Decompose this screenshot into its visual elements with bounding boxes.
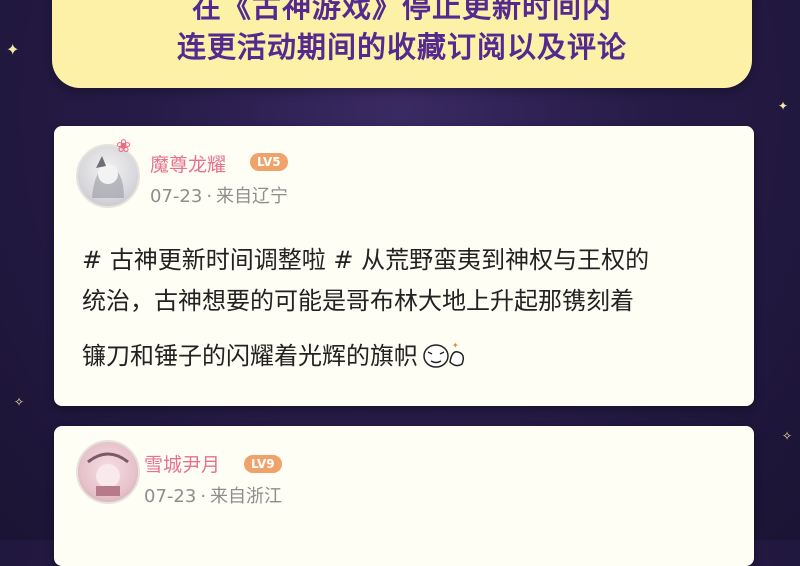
banner-line-1: 在《古神游戏》停止更新时间内 (191, 0, 612, 24)
meta-separator: · (200, 486, 207, 507)
level-badge: LV5 (250, 153, 288, 171)
bow-icon: ❀ (116, 136, 132, 157)
sparkle-icon: ✧ (782, 429, 793, 443)
username[interactable]: 雪城尹月 (144, 450, 220, 477)
meta-separator: · (206, 186, 213, 207)
comment-card: ❀ 魔尊龙耀 LV5 07-23 · 来自辽宁 # 古神更新时间调整啦 # 从荒野蛮… (54, 126, 754, 406)
svg-text:✦: ✦ (452, 341, 459, 350)
post-meta: 07-23 · 来自浙江 (144, 482, 282, 508)
comment-card: 雪城尹月 LV9 07-23 · 来自浙江 (54, 426, 754, 566)
level-badge: LV9 (244, 455, 282, 473)
post-meta: 07-23 · 来自辽宁 (150, 182, 288, 208)
post-location: 来自浙江 (210, 486, 283, 507)
post-location: 来自辽宁 (216, 186, 289, 207)
content-line: 镰刀和锤子的闪耀着光辉的旗帜 (82, 342, 418, 370)
post-date: 07-23 (144, 486, 197, 507)
content-line-last: 镰刀和锤子的闪耀着光辉的旗帜 ✦ (82, 336, 730, 377)
sparkle-icon: ✦ (6, 40, 20, 59)
comment-content: # 古神更新时间调整啦 # 从荒野蛮夷到神权与王权的 统治，古神想要的可能是哥布… (82, 240, 730, 377)
post-date: 07-23 (150, 186, 203, 207)
banner-line-2: 连更活动期间的收藏订阅以及评论 (176, 30, 627, 64)
username[interactable]: 魔尊龙耀 (150, 150, 226, 177)
content-line: # 古神更新时间调整啦 # 从荒野蛮夷到神权与王权的 (82, 246, 650, 274)
sticker-emoji-icon: ✦ (423, 341, 465, 368)
avatar[interactable] (76, 440, 140, 504)
sparkle-icon: ✧ (14, 395, 25, 409)
content-line: 统治，古神想要的可能是哥布林大地上升起那镌刻着 (82, 287, 634, 315)
sparkle-icon: ✦ (778, 99, 789, 113)
announcement-banner: 在《古神游戏》停止更新时间内 连更活动期间的收藏订阅以及评论 (52, 0, 752, 88)
